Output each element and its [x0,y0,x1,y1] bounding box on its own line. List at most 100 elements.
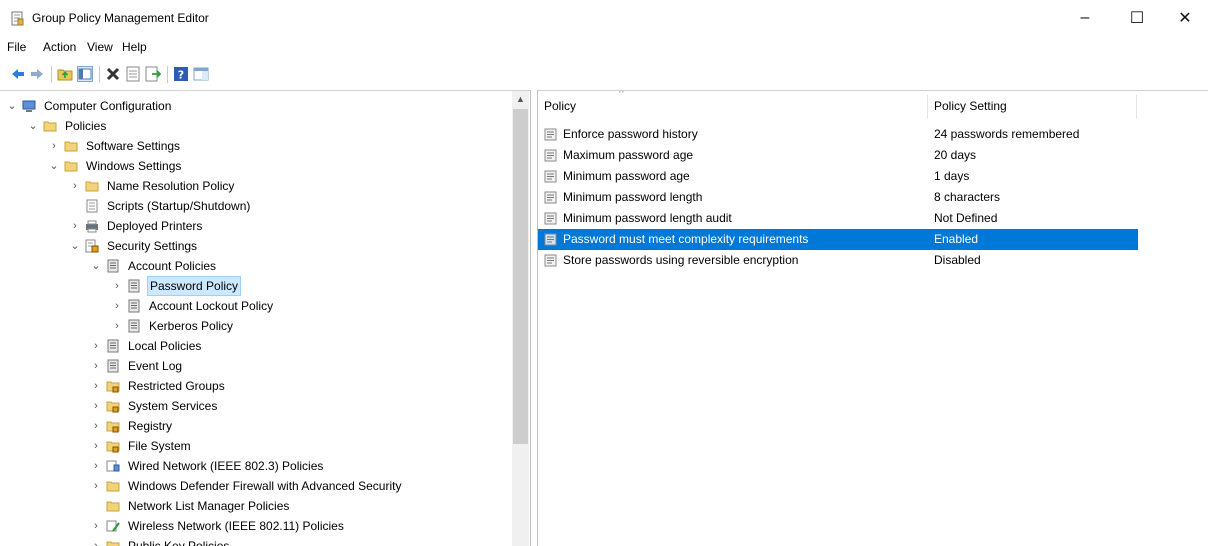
tree-item[interactable]: › System Services [90,396,530,416]
column-header-policy-setting[interactable]: Policy Setting [934,91,1007,121]
menu-action[interactable]: Action [43,40,76,54]
toolbar-separator [51,66,52,83]
policy-icon [107,259,119,273]
chevron-right-icon[interactable]: › [69,216,81,236]
tree-scrollbar[interactable]: ▲ [512,91,529,546]
policy-name: Minimum password length audit [563,211,732,225]
tree-item[interactable]: ⌄ Policies [27,116,507,136]
chevron-down-icon[interactable]: ⌄ [48,156,60,176]
policy-row[interactable]: Password must meet complexity requiremen… [538,229,1138,250]
properties-icon[interactable] [125,66,141,82]
tree-item-label: Computer Configuration [44,99,172,113]
forward-arrow-icon[interactable] [29,66,45,82]
chevron-right-icon[interactable]: › [111,276,123,296]
tree-item[interactable]: › Software Settings [48,136,528,156]
scroll-up-icon[interactable]: ▲ [512,91,529,108]
console-tree[interactable]: ⌄ Computer Configuration ⌄ Policies › Softwar… [0,90,531,546]
tree-item-label: System Services [128,399,218,413]
column-header-policy[interactable]: Policy ^ [544,91,624,121]
scroll-thumb[interactable] [513,109,528,444]
column-divider[interactable] [1136,95,1137,119]
chevron-right-icon[interactable]: › [69,176,81,196]
minimize-button[interactable]: – [1062,0,1108,36]
chevron-right-icon[interactable]: › [48,136,60,156]
policy-icon [107,359,119,373]
wireless-icon [106,520,120,532]
folder-icon [106,481,120,492]
tree-item[interactable]: › Local Policies [90,336,530,356]
policy-row[interactable]: Minimum password length 8 characters [538,187,1138,208]
menu-file[interactable]: File [7,40,26,54]
tree-item[interactable]: › Registry [90,416,530,436]
toolbar-separator [99,66,100,83]
close-button[interactable]: ✕ [1162,0,1208,36]
tree-item[interactable]: › Windows Defender Firewall with Advanced… [90,476,530,496]
policy-setting-icon [544,233,557,246]
help-icon[interactable]: ? [173,66,189,82]
tree-item[interactable]: ⌄ Account Policies [90,256,530,276]
chevron-right-icon[interactable]: › [90,456,102,476]
back-arrow-icon[interactable] [10,66,26,82]
menu-help[interactable]: Help [122,40,147,54]
policy-setting-value: 1 days [934,169,970,183]
tree-item[interactable]: › Account Lockout Policy [111,296,530,316]
policy-name: Maximum password age [563,148,694,162]
chevron-right-icon[interactable]: › [90,396,102,416]
maximize-button[interactable]: ☐ [1114,0,1160,36]
chevron-right-icon[interactable]: › [90,356,102,376]
export-list-icon[interactable] [145,66,161,82]
tree-item[interactable]: Scripts (Startup/Shutdown) [69,196,530,216]
lock-folder-icon [106,401,120,413]
show-hide-tree-icon[interactable] [77,66,93,82]
tree-item[interactable]: Network List Manager Policies [90,496,530,516]
chevron-down-icon[interactable]: ⌄ [90,256,102,276]
tree-item[interactable]: ⌄ Windows Settings [48,156,528,176]
tree-item[interactable]: › Restricted Groups [90,376,530,396]
policy-row[interactable]: Store passwords using reversible encrypt… [538,250,1138,271]
policy-list[interactable]: Policy ^ Policy Setting Enforce password… [537,90,1208,546]
tree-item-label: Account Policies [128,259,217,273]
chevron-right-icon[interactable]: › [111,316,123,336]
tree-item[interactable]: › Name Resolution Policy [69,176,530,196]
chevron-right-icon[interactable]: › [111,296,123,316]
chevron-right-icon[interactable]: › [90,376,102,396]
tree-item-label: Password Policy [147,276,242,296]
chevron-right-icon[interactable]: › [90,516,102,536]
folder-icon [85,181,99,192]
tree-item-label: Local Policies [128,339,202,353]
tree-item[interactable]: ⌄ Security Settings [69,236,530,256]
printer-icon [86,220,98,233]
gpo-editor-icon [11,11,24,26]
tree-item[interactable]: ⌄ Computer Configuration [6,96,486,116]
tree-item[interactable]: › Wireless Network (IEEE 802.11) Policies [90,516,530,536]
chevron-down-icon[interactable]: ⌄ [69,236,81,256]
chevron-right-icon[interactable]: › [90,416,102,436]
up-folder-icon[interactable] [57,66,73,82]
chevron-right-icon[interactable]: › [90,476,102,496]
tree-item-label: Network List Manager Policies [128,499,290,513]
show-action-pane-icon[interactable] [193,66,209,82]
tree-item-label: File System [128,439,191,453]
tree-item[interactable]: › File System [90,436,530,456]
folder-icon [43,121,57,132]
delete-icon[interactable] [105,66,121,82]
policy-row[interactable]: Minimum password length audit Not Defined [538,208,1138,229]
security-icon [85,239,99,253]
tree-item-label: Account Lockout Policy [149,299,274,313]
chevron-down-icon[interactable]: ⌄ [6,96,18,116]
menu-view[interactable]: View [87,40,113,54]
policy-row[interactable]: Maximum password age 20 days [538,145,1138,166]
tree-item[interactable]: › Event Log [90,356,530,376]
chevron-down-icon[interactable]: ⌄ [27,116,39,136]
script-icon [86,199,98,213]
menu-bar: File Action View Help [0,36,1208,58]
tree-item[interactable]: › Kerberos Policy [111,316,530,336]
column-divider[interactable] [927,95,928,119]
policy-row[interactable]: Minimum password age 1 days [538,166,1138,187]
chevron-right-icon[interactable]: › [90,336,102,356]
chevron-right-icon[interactable]: › [90,436,102,456]
policy-row[interactable]: Enforce password history 24 passwords rem… [538,124,1138,145]
tree-item[interactable]: › Wired Network (IEEE 802.3) Policies [90,456,530,476]
tree-item[interactable]: › Password Policy [111,276,530,296]
tree-item[interactable]: › Deployed Printers [69,216,530,236]
